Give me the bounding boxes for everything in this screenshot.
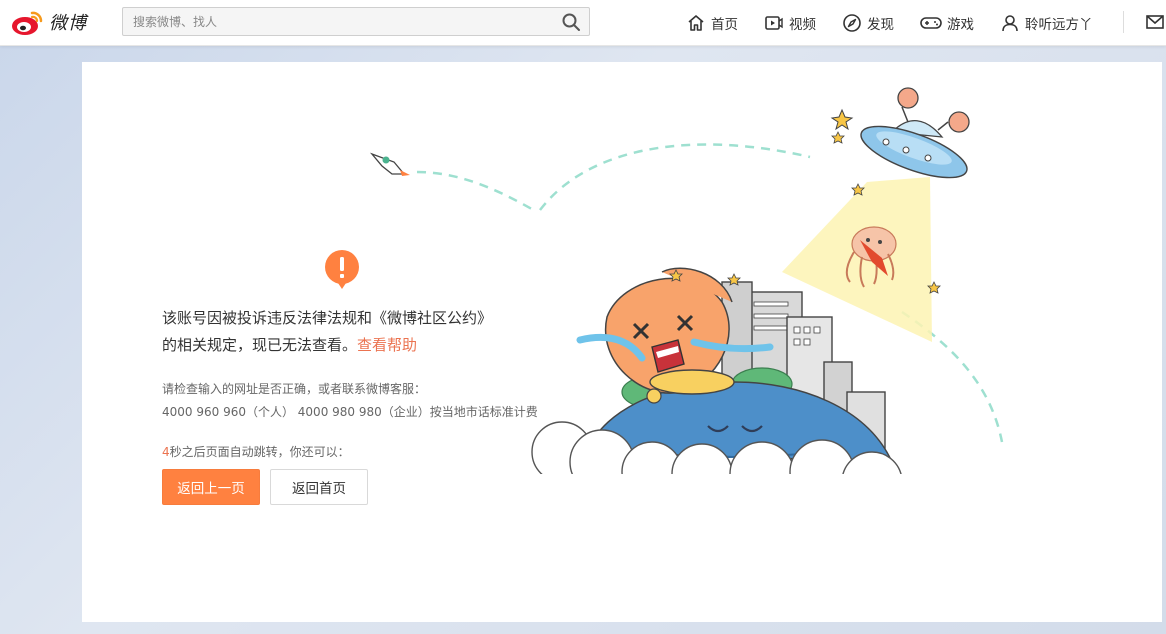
nav-item-discover[interactable]: 发现 (842, 13, 894, 33)
main-nav: 首页 视频 发现 游戏 聆听远方丫 (686, 0, 1119, 45)
search-box (122, 7, 590, 36)
nav-item-games[interactable]: 游戏 (920, 13, 974, 33)
top-navigation-bar: 微博 首页 视频 发现 (0, 0, 1166, 46)
nav-item-video[interactable]: 视频 (764, 13, 816, 33)
nav-label-games: 游戏 (947, 16, 974, 33)
search-icon[interactable] (561, 12, 581, 32)
error-message-line2: 的相关规定，现已无法查看。 (162, 336, 358, 354)
go-back-button[interactable]: 返回上一页 (162, 469, 260, 505)
compass-icon (843, 13, 861, 32)
alert-icon (325, 250, 359, 289)
home-icon (688, 14, 704, 31)
logo-text: 微博 (49, 13, 87, 34)
go-home-button[interactable]: 返回首页 (270, 469, 368, 505)
search-input[interactable] (123, 8, 573, 35)
redirect-text: 秒之后页面自动跳转，你还可以： (169, 445, 350, 459)
error-illustration (369, 87, 1004, 514)
user-icon (1002, 14, 1018, 31)
error-card: 该账号因被投诉违反法律法规和《微博社区公约》 的相关规定，现已无法查看。查看帮助… (82, 62, 1162, 622)
nav-label-user: 聆听远方丫 (1025, 16, 1093, 33)
redirect-notice: 4秒之后页面自动跳转，你还可以： (162, 443, 350, 460)
nav-label-discover: 发现 (867, 16, 894, 33)
weibo-logo[interactable]: 微博 (10, 6, 100, 38)
video-icon (765, 15, 783, 30)
mail-icon[interactable] (1145, 13, 1165, 31)
redirect-countdown: 4 (162, 445, 170, 459)
nav-label-video: 视频 (789, 16, 816, 33)
nav-label-home: 首页 (711, 16, 738, 33)
weibo-logo-icon (12, 11, 43, 35)
gamepad-icon (920, 16, 942, 29)
nav-divider (1123, 11, 1124, 33)
ufo-icon (860, 87, 970, 179)
nav-item-home[interactable]: 首页 (686, 13, 738, 33)
rocket-icon (369, 152, 410, 176)
nav-item-user[interactable]: 聆听远方丫 (1000, 13, 1093, 33)
